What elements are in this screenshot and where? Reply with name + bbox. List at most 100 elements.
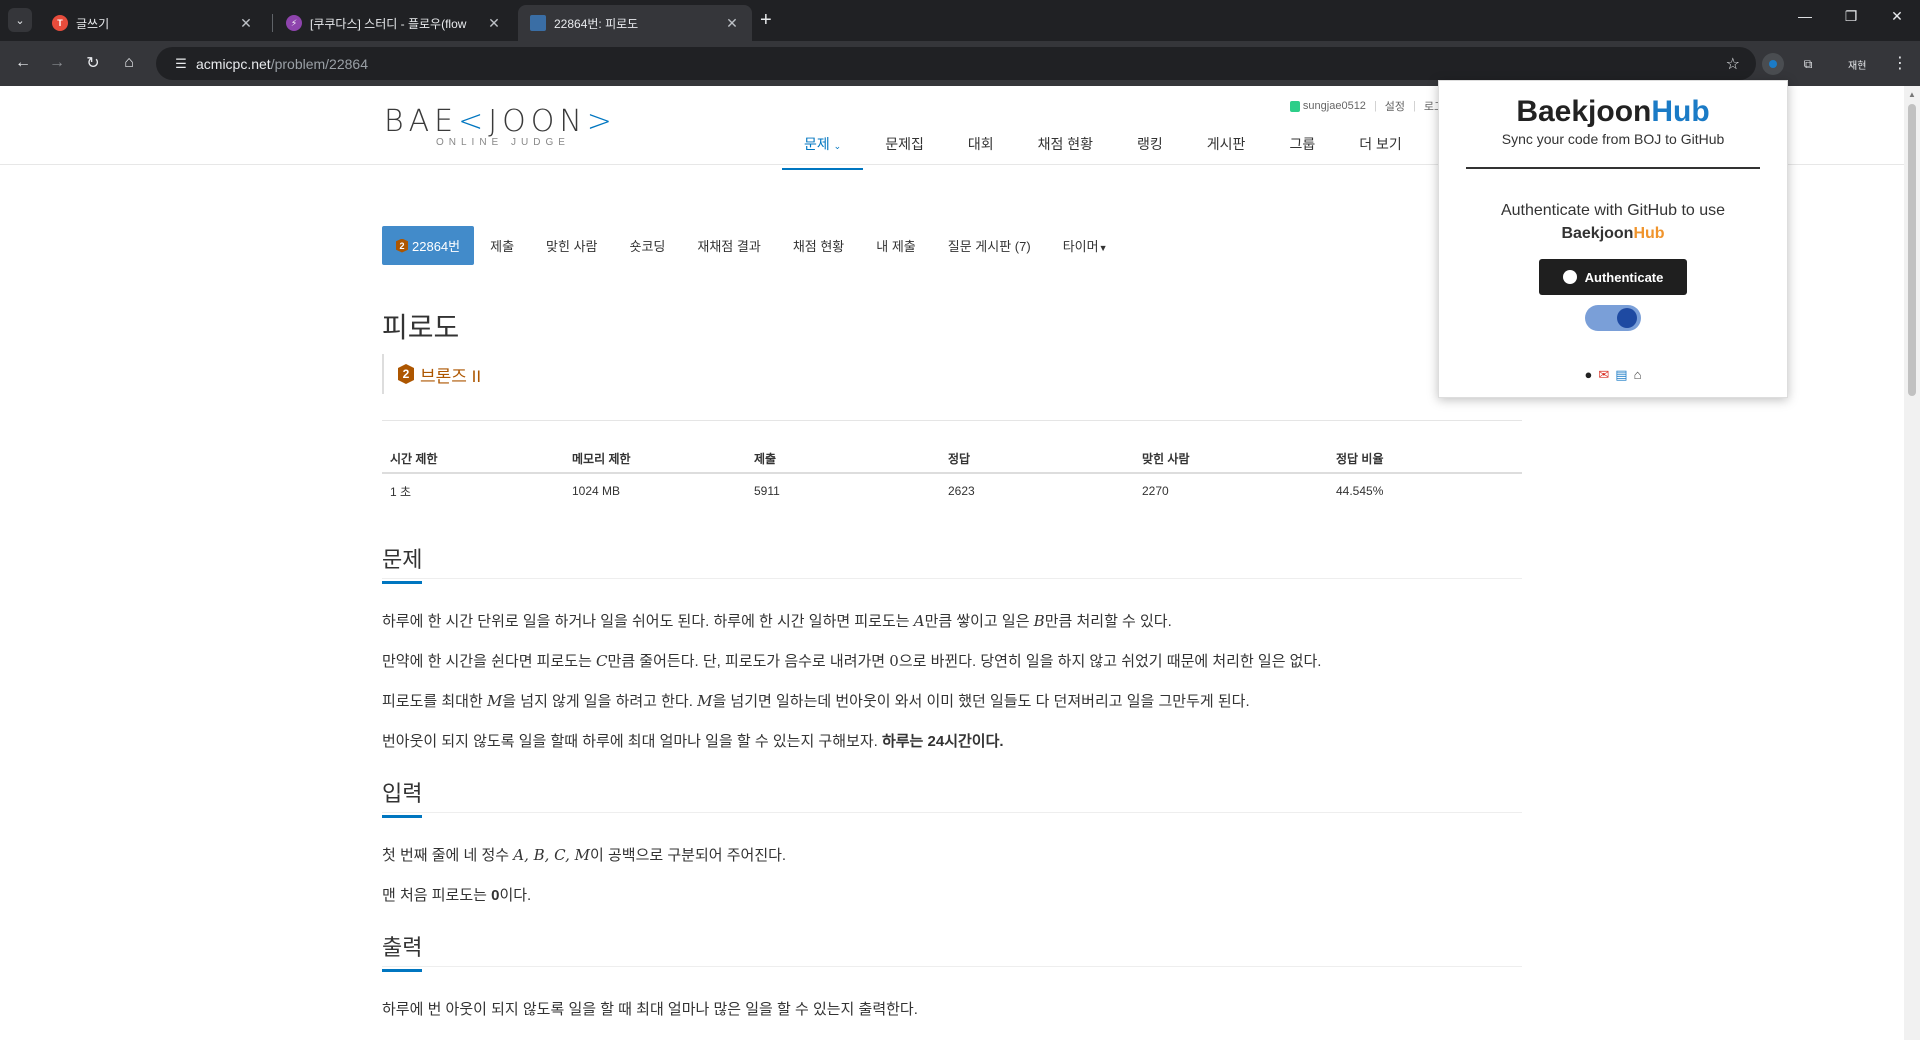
close-tab-icon[interactable]: ✕: [724, 15, 740, 32]
extensions-puzzle-icon[interactable]: ⧉: [1797, 53, 1819, 75]
header-solvers: 맞힌 사람: [1142, 451, 1190, 466]
docs-icon[interactable]: ▤: [1615, 367, 1627, 383]
memory-limit-value: 1024 MB: [572, 484, 621, 498]
tab-search-icon[interactable]: ⌄: [8, 8, 32, 32]
tab-rejudge-results[interactable]: 재채점 결과: [681, 226, 776, 265]
tab-submit[interactable]: 제출: [474, 226, 530, 265]
tier-label: 브론즈 II: [420, 366, 482, 386]
tab-short-coding[interactable]: 숏코딩: [614, 226, 682, 265]
toggle-knob: [1617, 308, 1637, 328]
tab-title: 글쓰기: [76, 16, 110, 31]
profile-button[interactable]: 재현: [1840, 51, 1874, 77]
browser-tab-1[interactable]: T 글쓰기 ✕: [40, 5, 266, 41]
section-divider: [382, 812, 1522, 813]
header-memory-limit: 메모리 제한: [572, 451, 631, 466]
logo-bracket: <: [458, 104, 489, 139]
main-nav: 문제 ⌄ 문제집 대회 채점 현황 랭킹 게시판 그룹 더 보기: [782, 134, 1424, 170]
problem-tier[interactable]: 2 브론즈 II: [382, 354, 481, 394]
header-ratio: 정답 비율: [1336, 451, 1384, 466]
popup-divider: [1466, 167, 1760, 169]
new-tab-button[interactable]: +: [760, 9, 772, 32]
window-close-icon[interactable]: ✕: [1874, 8, 1920, 25]
nav-groups[interactable]: 그룹: [1267, 134, 1337, 170]
tab-timer[interactable]: 타이머▼: [1047, 226, 1124, 265]
site-logo[interactable]: BAE < JOON > ONLINE JUDGE: [384, 104, 634, 148]
nav-workbooks[interactable]: 문제집: [863, 134, 946, 170]
nav-ranking[interactable]: 랭킹: [1115, 134, 1185, 170]
baekjoonhub-popup: BaekjoonHub Sync your code from BOJ to G…: [1438, 80, 1788, 398]
close-tab-icon[interactable]: ✕: [486, 15, 502, 32]
forward-icon[interactable]: →: [46, 52, 68, 74]
tab-divider: [272, 14, 273, 32]
problem-paragraph-4: 번아웃이 되지 않도록 일을 할때 하루에 최대 얼마나 일을 할 수 있는지 …: [382, 733, 1004, 750]
minimize-icon[interactable]: —: [1782, 8, 1828, 24]
page-scrollbar[interactable]: ▲: [1904, 86, 1920, 1040]
tab-title: [쿠쿠다스] 스터디 - 플로우(flow: [310, 16, 467, 31]
input-paragraph-1: 첫 번째 줄에 네 정수 A, B, C, M이 공백으로 구분되어 주어진다.: [382, 846, 787, 864]
scroll-up-icon[interactable]: ▲: [1908, 90, 1916, 99]
github-icon[interactable]: ●: [1585, 367, 1593, 383]
logo-text: JOON: [488, 104, 587, 139]
bronze-tier-icon: 2: [398, 364, 414, 384]
tab-favicon-icon: [530, 15, 546, 31]
problem-paragraph-2: 만약에 한 시간을 쉰다면 피로도는 C만큼 줄어든다. 단, 피로도가 음수로…: [382, 652, 1322, 670]
tab-judge-status[interactable]: 채점 현황: [777, 226, 860, 265]
tab-my-submissions[interactable]: 내 제출: [860, 226, 932, 265]
section-heading-input: 입력: [382, 776, 422, 818]
accepted-value: 2623: [948, 484, 975, 498]
logo-bracket: >: [586, 104, 617, 139]
section-heading-output: 출력: [382, 930, 422, 972]
reload-icon[interactable]: ↻: [82, 52, 104, 74]
table-header-row: 시간 제한 메모리 제한 제출 정답 맞힌 사람 정답 비율: [382, 444, 1522, 474]
problem-title: 피로도: [382, 312, 460, 343]
authenticate-button[interactable]: Authenticate: [1539, 259, 1687, 295]
home-icon[interactable]: ⌂: [118, 52, 140, 74]
problem-paragraph-1: 하루에 한 시간 단위로 일을 하거나 일을 쉬어도 된다. 하루에 한 시간 …: [382, 612, 1172, 630]
input-paragraph-2: 맨 처음 피로도는 0이다.: [382, 887, 532, 904]
header-submissions: 제출: [754, 451, 777, 466]
time-limit-value: 1 초: [390, 484, 412, 499]
submissions-value: 5911: [754, 484, 780, 498]
section-divider: [382, 966, 1522, 967]
bookmark-star-icon[interactable]: ☆: [1726, 54, 1740, 74]
popup-title: BaekjoonHub: [1516, 95, 1710, 128]
mail-icon[interactable]: ✉: [1598, 367, 1609, 383]
browser-tab-3-active[interactable]: 22864번: 피로도 ✕: [518, 5, 752, 41]
divider: [382, 420, 1522, 421]
header-accepted: 정답: [948, 451, 971, 466]
tab-favicon-icon: ⚡: [286, 15, 302, 31]
browser-tab-2[interactable]: ⚡ [쿠쿠다스] 스터디 - 플로우(flow ✕: [274, 5, 514, 41]
popup-message: Authenticate with GitHub to use Baekjoon…: [1500, 202, 1726, 242]
baekjoonhub-extension-icon[interactable]: [1762, 53, 1784, 75]
popup-subtitle: Sync your code from BOJ to GitHub: [1501, 131, 1725, 147]
logo-text: BAE: [384, 104, 459, 139]
nav-status[interactable]: 채점 현황: [1016, 134, 1115, 170]
ratio-value: 44.545%: [1336, 484, 1384, 498]
back-icon[interactable]: ←: [12, 52, 34, 74]
close-tab-icon[interactable]: ✕: [238, 15, 254, 32]
nav-more[interactable]: 더 보기: [1337, 134, 1424, 170]
problem-paragraph-3: 피로도를 최대한 M을 넘지 않게 일을 하려고 한다. M을 넘기면 일하는데…: [382, 692, 1250, 710]
tab-problem-current[interactable]: 2 22864번: [382, 226, 475, 265]
browser-menu-icon[interactable]: ⋮: [1892, 53, 1908, 73]
scrollbar-thumb[interactable]: [1908, 104, 1916, 396]
tab-qna-board[interactable]: 질문 게시판 (7): [932, 226, 1047, 265]
username-link[interactable]: sungjae0512: [1303, 100, 1366, 112]
problem-subnav: 2 22864번 제출 맞힌 사람 숏코딩 재채점 결과 채점 현황 내 제출 …: [382, 226, 1124, 265]
home-icon[interactable]: ⌂: [1634, 367, 1642, 383]
restore-icon[interactable]: ❐: [1828, 8, 1874, 25]
address-bar[interactable]: ☰ acmicpc.net/problem/22864 ☆: [156, 47, 1756, 80]
nav-board[interactable]: 게시판: [1185, 134, 1268, 170]
user-tier-icon: [1289, 100, 1300, 112]
section-divider: [382, 578, 1522, 579]
browser-tabstrip: ⌄ T 글쓰기 ✕ ⚡ [쿠쿠다스] 스터디 - 플로우(flow ✕ 2286…: [0, 0, 1920, 41]
enable-toggle[interactable]: [1585, 305, 1641, 331]
bronze-tier-icon: 2: [396, 238, 408, 253]
nav-contests[interactable]: 대회: [946, 134, 1016, 170]
nav-problems[interactable]: 문제 ⌄: [782, 134, 864, 170]
tab-solvers[interactable]: 맞힌 사람: [530, 226, 613, 265]
site-info-icon[interactable]: ☰: [166, 56, 196, 72]
section-heading-problem: 문제: [382, 542, 422, 584]
settings-link[interactable]: 설정: [1385, 98, 1405, 114]
tab-title: 22864번: 피로도: [554, 16, 639, 31]
